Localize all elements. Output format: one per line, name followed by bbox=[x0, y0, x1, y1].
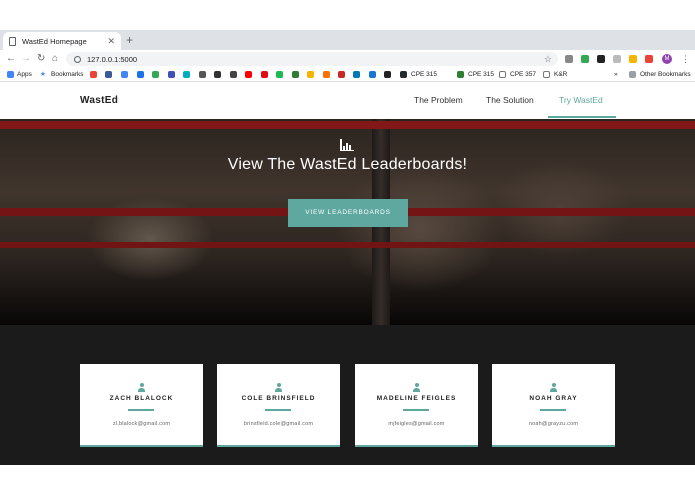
page-icon bbox=[543, 71, 550, 78]
bookmark-icon[interactable] bbox=[323, 71, 330, 78]
bookmark-cpe315[interactable]: CPE 315 bbox=[411, 70, 437, 80]
bookmark-apps[interactable]: Apps bbox=[17, 70, 32, 80]
team-card: NOAH GRAY noah@grayzu.com bbox=[492, 364, 615, 447]
facebook-icon[interactable] bbox=[105, 71, 112, 78]
leaderboard-chart-icon bbox=[340, 139, 354, 151]
bookmarks-bar: Apps ★ Bookmarks CPE 315 CPE 315 CPE 357… bbox=[0, 68, 695, 82]
bookmark-icon[interactable] bbox=[230, 71, 237, 78]
address-bar[interactable]: 127.0.0.1:5000 ☆ bbox=[66, 52, 558, 66]
extension-icon[interactable] bbox=[629, 55, 637, 63]
bookmark-icon[interactable] bbox=[276, 71, 283, 78]
bookmark-icon[interactable] bbox=[384, 71, 391, 78]
member-email[interactable]: mjfeigles@gmail.com bbox=[355, 421, 478, 427]
bookmark-icon[interactable] bbox=[183, 71, 190, 78]
forward-icon[interactable]: → bbox=[21, 52, 31, 66]
team-card: ZACH BLALOCK zl.blalock@gmail.com bbox=[80, 364, 203, 447]
tab-strip: WastEd Homepage ✕ bbox=[0, 30, 695, 50]
profile-avatar[interactable]: M bbox=[662, 54, 672, 64]
star-icon: ★ bbox=[40, 71, 46, 78]
member-name: COLE BRINSFIELD bbox=[241, 395, 316, 402]
toolbar: ← → ↻ ⌂ 127.0.0.1:5000 ☆ M ⋮ bbox=[0, 50, 695, 68]
member-name: ZACH BLALOCK bbox=[109, 395, 174, 402]
url-text: 127.0.0.1:5000 bbox=[87, 54, 138, 64]
page-icon bbox=[499, 71, 506, 78]
team-section: ZACH BLALOCK zl.blalock@gmail.com COLE B… bbox=[0, 325, 695, 465]
home-icon[interactable]: ⌂ bbox=[52, 52, 58, 66]
tab-title: WastEd Homepage bbox=[22, 36, 87, 46]
nav-link-solution[interactable]: The Solution bbox=[486, 95, 534, 105]
youtube-icon[interactable] bbox=[245, 71, 252, 78]
more-bookmarks-button[interactable]: » bbox=[614, 70, 618, 80]
active-nav-indicator bbox=[548, 116, 616, 118]
nav-link-problem[interactable]: The Problem bbox=[414, 95, 463, 105]
person-icon bbox=[275, 383, 282, 392]
team-card: MADELINE FEIGLES mjfeigles@gmail.com bbox=[355, 364, 478, 447]
bookmark-star-icon[interactable]: ☆ bbox=[544, 52, 552, 66]
extension-icon[interactable] bbox=[565, 55, 573, 63]
close-icon[interactable]: ✕ bbox=[107, 36, 115, 47]
netflix-icon[interactable] bbox=[261, 71, 268, 78]
person-icon bbox=[138, 383, 145, 392]
browser-window: WastEd Homepage ✕ + ← → ↻ ⌂ 127.0.0.1:50… bbox=[0, 0, 695, 494]
bookmark-icon[interactable] bbox=[168, 71, 175, 78]
site-brand[interactable]: WastEd bbox=[80, 95, 118, 106]
bookmark-icon[interactable] bbox=[199, 71, 206, 78]
team-card: COLE BRINSFIELD brinsfield.cole@gmail.co… bbox=[217, 364, 340, 447]
person-icon bbox=[550, 383, 557, 392]
menu-icon[interactable]: ⋮ bbox=[681, 53, 690, 65]
divider bbox=[403, 409, 429, 411]
apps-grid-icon bbox=[7, 71, 14, 78]
bookmark-icon[interactable] bbox=[307, 71, 314, 78]
bookmark-kr[interactable]: K&R bbox=[554, 70, 567, 80]
gmail-icon[interactable] bbox=[90, 71, 97, 78]
extension-icon[interactable] bbox=[597, 55, 605, 63]
bookmark-icon[interactable] bbox=[369, 71, 376, 78]
member-name: NOAH GRAY bbox=[529, 395, 578, 402]
shield-extension-icon[interactable] bbox=[581, 55, 589, 63]
extension-icon[interactable] bbox=[645, 55, 653, 63]
browser-tab[interactable]: WastEd Homepage ✕ bbox=[3, 32, 121, 50]
back-icon[interactable]: ← bbox=[6, 52, 16, 66]
divider bbox=[265, 409, 291, 411]
bookmark-icon[interactable] bbox=[152, 71, 159, 78]
reload-icon[interactable]: ↻ bbox=[37, 52, 45, 66]
member-email[interactable]: noah@grayzu.com bbox=[492, 421, 615, 427]
divider bbox=[540, 409, 566, 411]
hero-title: View The WastEd Leaderboards! bbox=[227, 156, 468, 173]
bookmark-icon[interactable] bbox=[137, 71, 144, 78]
view-leaderboards-button[interactable]: VIEW LEADERBOARDS bbox=[288, 199, 408, 227]
github-icon[interactable] bbox=[400, 71, 407, 78]
bookmark-bookmarks[interactable]: Bookmarks bbox=[51, 70, 84, 80]
member-name: MADELINE FEIGLES bbox=[376, 395, 457, 402]
member-email[interactable]: brinsfield.cole@gmail.com bbox=[217, 421, 340, 427]
bookmark-icon[interactable] bbox=[121, 71, 128, 78]
nav-link-try[interactable]: Try WastEd bbox=[559, 95, 603, 105]
divider bbox=[128, 409, 154, 411]
bookmark-other[interactable]: Other Bookmarks bbox=[640, 70, 691, 80]
bookmark-cpe357[interactable]: CPE 357 bbox=[510, 70, 536, 80]
bookmark-icon[interactable] bbox=[457, 71, 464, 78]
person-icon bbox=[413, 383, 420, 392]
bookmark-icon[interactable] bbox=[214, 71, 221, 78]
folder-icon bbox=[629, 71, 636, 78]
bookmark-icon[interactable] bbox=[292, 71, 299, 78]
document-icon bbox=[9, 36, 16, 46]
bookmark-icon[interactable] bbox=[338, 71, 345, 78]
site-navbar: WastEd The Problem The Solution Try Wast… bbox=[0, 83, 695, 119]
new-tab-icon[interactable]: + bbox=[126, 33, 133, 47]
member-email[interactable]: zl.blalock@gmail.com bbox=[80, 421, 203, 427]
linkedin-icon[interactable] bbox=[353, 71, 360, 78]
site-info-icon[interactable] bbox=[74, 55, 81, 63]
pinterest-extension-icon[interactable] bbox=[613, 55, 621, 63]
bookmark-cpe315-2[interactable]: CPE 315 bbox=[468, 70, 494, 80]
hero-banner: View The WastEd Leaderboards! VIEW LEADE… bbox=[0, 119, 695, 325]
